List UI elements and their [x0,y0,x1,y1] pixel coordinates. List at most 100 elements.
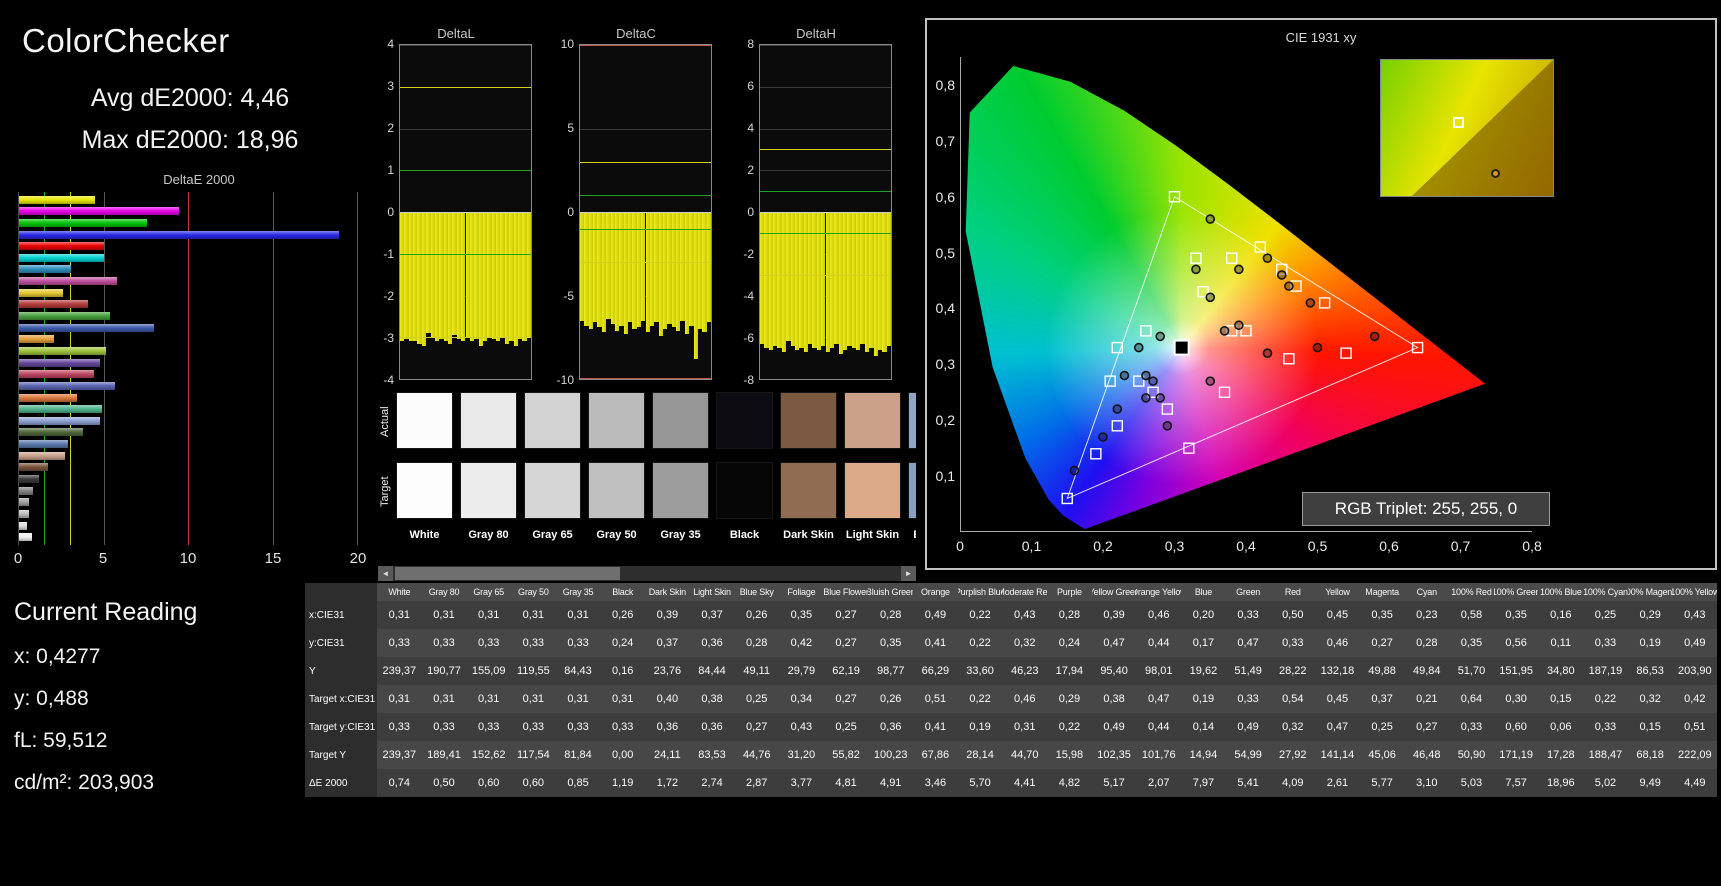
column-header-moderate-red: Moderate Red [1002,587,1048,597]
table-value: 0,33 [567,637,589,649]
table-value: 0,27 [835,609,857,621]
swatch-target-light-skin[interactable] [844,462,901,519]
x-tick-label: 0,7 [1450,538,1471,554]
scroll-right-icon[interactable]: ► [901,566,916,581]
swatch-label-gray-65: Gray 65 [532,529,573,541]
table-row-y-cie31: y:CIE31 0,33 0,33 0,33 0,33 0,33 0,24 0,37 0,36 0… [305,629,1717,657]
deltaE2000-x-axis: 0 5 10 15 20 [14,550,367,570]
x-tick-label: 15 [264,550,282,567]
table-value: 0,31 [567,693,589,705]
column-header-magenta: Magenta [1365,587,1399,597]
table-corner-cell [305,583,377,601]
column-header-blue-flower: Blue Flower [823,587,869,597]
table-value: 5,70 [969,777,991,789]
swatch-target-gray-50[interactable] [588,462,645,519]
target-point [1161,403,1174,415]
deltaE-bar-bluish-green [19,405,102,414]
scrollbar-thumb[interactable] [395,567,620,580]
reference-line [400,170,531,172]
actual-row-label: Actual [379,406,391,438]
reference-line [580,228,711,230]
swatch-actual-gray-35[interactable] [652,392,709,449]
table-value: 0,31 [1014,721,1036,733]
table-value: 0,49 [924,609,947,621]
swatch-scrollbar[interactable]: ◄ ► [378,566,916,581]
deltaE-bar-gray-65 [19,509,30,518]
table-value: 0,37 [656,637,679,649]
y-tick-label: 0,4 [935,300,955,317]
table-value: 83,53 [698,749,726,761]
table-value: 0,60 [477,777,500,789]
target-row-label: Target [379,476,391,508]
table-value: 45,06 [1368,749,1396,761]
table-value: 0,30 [1505,693,1527,705]
deltaE-bar-red [19,300,89,309]
deltaE-bar-light-skin [19,451,66,460]
table-value: 0,47 [1148,693,1170,705]
swatch-target-gray-80[interactable] [460,462,517,519]
table-value: 0,17 [1192,637,1215,649]
table-value: 67,86 [921,749,950,761]
swatch-target-dark-skin[interactable] [780,462,837,519]
table-value: 46,23 [1010,665,1039,677]
table-value: 7,97 [1192,777,1215,789]
table-value: 86,53 [1636,665,1664,677]
measured-point [1219,326,1230,336]
x-tick-label: 0,6 [1379,538,1399,554]
swatch-target-black[interactable] [716,462,773,519]
swatch-label-white: White [409,529,440,541]
swatch-actual-light-skin[interactable] [844,392,901,449]
table-value: 29,79 [787,665,816,677]
table-value: 0,33 [1237,693,1259,705]
swatch-target-white[interactable] [396,462,453,519]
target-point [1111,420,1124,432]
table-value: 0,51 [924,693,947,705]
swatch-actual-gray-50[interactable] [588,392,645,449]
swatch-target-blue-sky[interactable] [908,462,916,519]
scrollbar-track[interactable] [393,566,901,581]
table-value: 0,16 [611,665,634,677]
table-value: 0,43 [1684,609,1706,621]
table-value: 0,33 [522,721,545,733]
deltaE-bar-100-blue [19,230,340,239]
table-value: 0,43 [1014,609,1036,621]
table-value: 18,96 [1547,777,1575,789]
table-value: 0,31 [433,693,455,705]
swatch-actual-black[interactable] [716,392,773,449]
swatch-target-gray-65[interactable] [524,462,581,519]
column-header-cyan: Cyan [1416,587,1437,597]
table-value: 0,60 [522,777,545,789]
deltaE2000-chart-title: DeltaE 2000 [163,172,235,187]
patch-gamut-inset [1380,59,1554,197]
table-value: 189,41 [427,749,461,761]
table-value: 0,33 [433,721,455,733]
table-value: 0,24 [1058,637,1081,649]
swatch-comparison-panel: Actual Target White Gray 80 Gray 65 Gray 50… [378,388,916,584]
deltaC-plot [579,44,712,380]
scroll-left-icon[interactable]: ◄ [378,566,393,581]
swatch-actual-gray-80[interactable] [460,392,517,449]
measured-point [1312,342,1323,353]
column-header-green: Green [1236,587,1261,597]
reference-line [580,378,711,379]
table-value: 44,76 [742,749,771,761]
table-value: 95,40 [1100,665,1128,677]
reference-line [400,337,531,339]
table-value: 239,37 [382,749,417,761]
swatch-actual-gray-65[interactable] [524,392,581,449]
table-value: 0,11 [1550,637,1572,649]
table-value: 239,37 [382,665,417,677]
table-row-y: Y 239,37 190,77 155,09 119,55 84,43 0,16 23,76 8… [305,657,1717,685]
swatch-actual-blue-sky[interactable] [908,392,916,449]
deltaE-bar-moderate-red [19,370,94,379]
swatch-actual-dark-skin[interactable] [780,392,837,449]
column-header-blue: Blue [1194,587,1213,597]
table-value: 5,41 [1237,777,1259,789]
column-header-100-magenta: 100% Magenta [1627,587,1673,597]
table-value: 0,39 [1103,609,1125,621]
swatch-target-gray-35[interactable] [652,462,709,519]
table-value: 1,72 [656,777,679,789]
table-value: 0,26 [880,693,902,705]
table-value: 0,25 [1371,721,1393,733]
swatch-actual-white[interactable] [396,392,453,449]
